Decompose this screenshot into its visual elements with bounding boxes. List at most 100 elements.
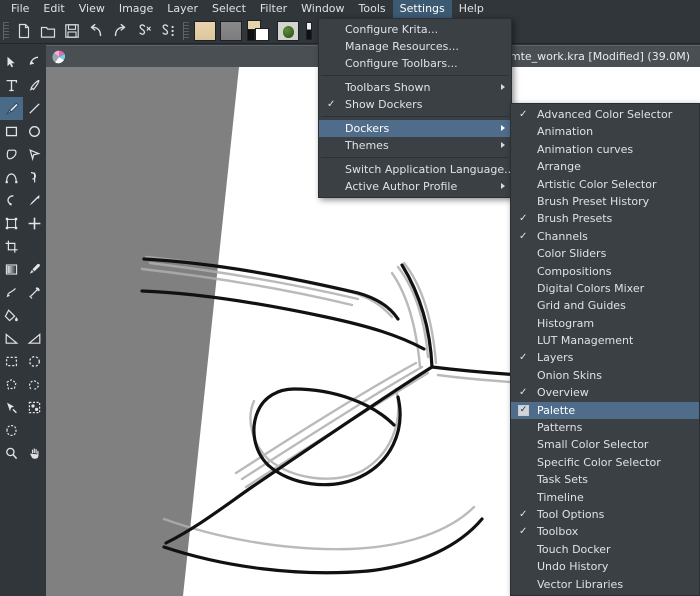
menu-item-toolbox[interactable]: ✓ Toolbox <box>511 523 699 540</box>
ellipse-tool[interactable] <box>23 120 46 143</box>
text-tool[interactable] <box>0 74 23 97</box>
pattern-swatch[interactable] <box>220 20 242 41</box>
pan-tool[interactable] <box>23 442 46 465</box>
menu-item-patterns[interactable]: Patterns <box>511 419 699 436</box>
menu-item-configure-krita[interactable]: Configure Krita... <box>319 21 511 38</box>
menu-item-dockers[interactable]: Dockers <box>319 120 511 137</box>
similar-color-selection-tool[interactable] <box>23 396 46 419</box>
toolbar-drag-handle[interactable] <box>3 21 9 40</box>
menu-item-overview[interactable]: ✓ Overview <box>511 384 699 401</box>
edit-shapes-tool[interactable] <box>23 51 46 74</box>
menu-item-specific-color-selector[interactable]: Specific Color Selector <box>511 454 699 471</box>
menu-item-histogram[interactable]: Histogram <box>511 315 699 332</box>
menu-item-timeline[interactable]: Timeline <box>511 489 699 506</box>
rectangular-selection-tool[interactable] <box>0 350 23 373</box>
menu-item-active-author-profile[interactable]: Active Author Profile <box>319 178 511 195</box>
menu-item-show-dockers[interactable]: ✓ Show Dockers <box>319 96 511 113</box>
dynamic-brush-tool[interactable] <box>0 189 23 212</box>
rectangle-tool[interactable] <box>0 120 23 143</box>
menu-item-grid-and-guides[interactable]: Grid and Guides <box>511 297 699 314</box>
select-shapes-tool[interactable] <box>0 51 23 74</box>
fill-tool[interactable] <box>0 304 23 327</box>
menu-item-animation[interactable]: Animation <box>511 123 699 140</box>
foreground-background-color-selector[interactable] <box>247 19 271 42</box>
brush-preset-thumbnail[interactable] <box>277 20 299 41</box>
menu-item-color-sliders[interactable]: Color Sliders <box>511 245 699 262</box>
menu-item-advanced-color-selector[interactable]: ✓ Advanced Color Selector <box>511 106 699 123</box>
crop-tool[interactable] <box>0 235 23 258</box>
menu-item-manage-resources[interactable]: Manage Resources... <box>319 38 511 55</box>
menu-item-tool-options[interactable]: ✓ Tool Options <box>511 506 699 523</box>
menu-item-lut-management[interactable]: LUT Management <box>511 332 699 349</box>
menu-item-layers[interactable]: ✓ Layers <box>511 349 699 366</box>
menubar-item-layer[interactable]: Layer <box>160 0 205 18</box>
background-color-swatch[interactable] <box>255 27 269 41</box>
line-tool[interactable] <box>23 97 46 120</box>
menu-item-palette[interactable]: ✓ Palette <box>511 401 699 420</box>
menubar-item-filter[interactable]: Filter <box>253 0 294 18</box>
menu-item-small-color-selector[interactable]: Small Color Selector <box>511 436 699 453</box>
polyline-tool[interactable] <box>23 143 46 166</box>
menu-item-channels[interactable]: ✓ Channels <box>511 228 699 245</box>
menu-item-undo-history[interactable]: Undo History <box>511 558 699 575</box>
menu-item-label: Layers <box>537 351 574 365</box>
polygonal-selection-tool[interactable] <box>0 373 23 396</box>
freehand-brush-tool[interactable] <box>0 97 23 120</box>
menu-item-brush-presets[interactable]: ✓ Brush Presets <box>511 210 699 227</box>
gradient-swatch[interactable] <box>194 20 216 41</box>
menubar-item-select[interactable]: Select <box>205 0 253 18</box>
menu-item-configure-toolbars[interactable]: Configure Toolbars... <box>319 55 511 72</box>
polygon-tool[interactable] <box>0 143 23 166</box>
bezier-curve-tool[interactable] <box>0 166 23 189</box>
bezier-selection-tool[interactable] <box>0 419 23 442</box>
menubar-item-view[interactable]: View <box>72 0 112 18</box>
menubar-item-image[interactable]: Image <box>112 0 160 18</box>
freehand-path-tool[interactable] <box>23 166 46 189</box>
menu-item-artistic-color-selector[interactable]: Artistic Color Selector <box>511 176 699 193</box>
elliptical-selection-tool[interactable] <box>23 350 46 373</box>
menubar-item-edit[interactable]: Edit <box>36 0 71 18</box>
menu-item-digital-colors-mixer[interactable]: Digital Colors Mixer <box>511 280 699 297</box>
save-icon[interactable] <box>61 20 83 42</box>
multibrush-tool[interactable] <box>23 189 46 212</box>
colorize-mask-tool[interactable] <box>0 281 23 304</box>
freehand-selection-tool[interactable] <box>23 373 46 396</box>
brush-settings-icon[interactable] <box>157 20 179 42</box>
menubar-item-settings[interactable]: Settings <box>392 0 452 18</box>
calligraphy-tool[interactable] <box>23 74 46 97</box>
menu-item-brush-preset-history[interactable]: Brush Preset History <box>511 193 699 210</box>
menu-item-switch-application-language[interactable]: Switch Application Language... <box>319 161 515 178</box>
menubar-item-file[interactable]: File <box>4 0 36 18</box>
zoom-tool[interactable] <box>0 442 23 465</box>
menu-item-themes[interactable]: Themes <box>319 137 511 154</box>
menu-item-touch-docker[interactable]: Touch Docker <box>511 541 699 558</box>
black-swatch[interactable] <box>247 28 255 41</box>
menu-item-onion-skins[interactable]: Onion Skins <box>511 367 699 384</box>
assistant-tool[interactable] <box>23 327 46 350</box>
transform-tool[interactable] <box>0 212 23 235</box>
menubar-item-window[interactable]: Window <box>294 0 351 18</box>
measure-tool[interactable] <box>0 327 23 350</box>
undo-icon[interactable] <box>85 20 107 42</box>
opacity-gradient-strip <box>306 21 312 40</box>
clear-brush-settings-icon[interactable] <box>133 20 155 42</box>
menu-item-label: Dockers <box>345 122 390 135</box>
new-document-icon[interactable] <box>13 20 35 42</box>
gradient-tool[interactable] <box>0 258 23 281</box>
checkbox-checked-icon[interactable]: ✓ <box>518 404 529 416</box>
menu-item-animation-curves[interactable]: Animation curves <box>511 141 699 158</box>
redo-icon[interactable] <box>109 20 131 42</box>
submenu-arrow-icon <box>501 142 505 148</box>
menu-item-compositions[interactable]: Compositions <box>511 263 699 280</box>
menubar-item-help[interactable]: Help <box>452 0 491 18</box>
smart-patch-tool[interactable] <box>23 281 46 304</box>
menu-item-toolbars-shown[interactable]: Toolbars Shown <box>319 79 511 96</box>
move-tool[interactable] <box>23 212 46 235</box>
menu-item-task-sets[interactable]: Task Sets <box>511 471 699 488</box>
menu-item-vector-libraries[interactable]: Vector Libraries <box>511 576 699 593</box>
open-document-icon[interactable] <box>37 20 59 42</box>
color-picker-tool[interactable] <box>23 258 46 281</box>
menu-item-arrange[interactable]: Arrange <box>511 158 699 175</box>
contiguous-selection-tool[interactable] <box>0 396 23 419</box>
menubar-item-tools[interactable]: Tools <box>352 0 393 18</box>
